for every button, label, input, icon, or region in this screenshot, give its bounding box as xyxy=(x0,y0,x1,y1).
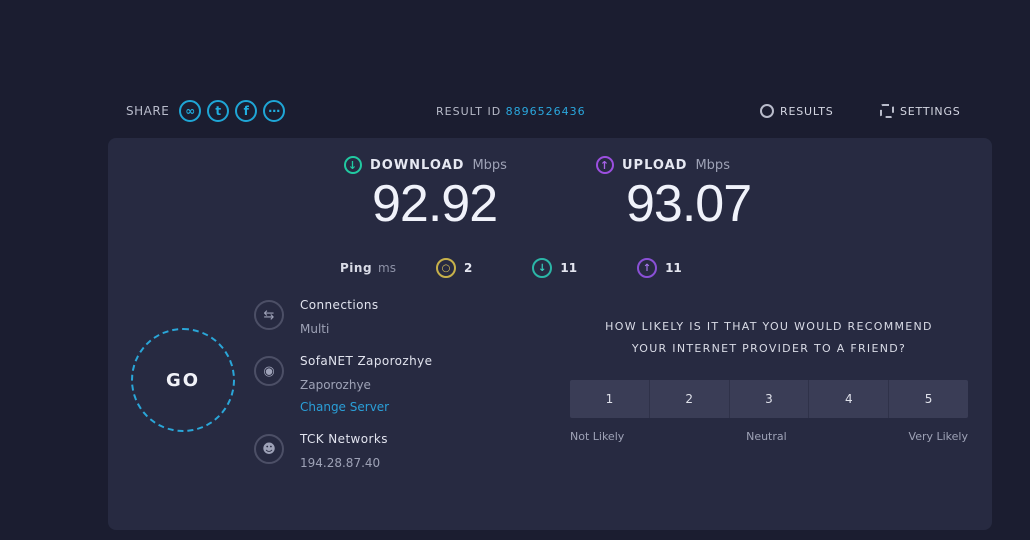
download-latency-icon: ↓ xyxy=(532,258,553,278)
result-id-value[interactable]: 8896526436 xyxy=(506,105,586,118)
survey-option-2[interactable]: 2 xyxy=(650,380,730,418)
gear-icon xyxy=(880,104,894,118)
ping-idle[interactable]: ○ 2 xyxy=(436,258,472,278)
connections-icon: ⇆ xyxy=(254,300,284,330)
upload-metric: ↑ UPLOAD Mbps 93.07 xyxy=(596,156,752,233)
user-icon: ☻ xyxy=(254,434,284,464)
survey-option-1[interactable]: 1 xyxy=(570,380,650,418)
ping-download[interactable]: ↓ 11 xyxy=(532,258,577,278)
download-header: ↓ DOWNLOAD Mbps xyxy=(344,156,507,174)
share-group: SHARE ∞ t f ⋯ xyxy=(126,100,286,122)
download-unit: Mbps xyxy=(472,157,507,173)
ping-upload-value: 11 xyxy=(665,261,682,275)
isp-text: TCK Networks 194.28.87.40 xyxy=(300,432,388,470)
server-name: SofaNET Zaporozhye xyxy=(300,354,433,368)
share-label: SHARE xyxy=(126,104,170,118)
server-text: SofaNET Zaporozhye Zaporozhye Change Ser… xyxy=(300,354,432,414)
server-icon: ◉ xyxy=(254,356,284,386)
download-metric: ↓ DOWNLOAD Mbps 92.92 xyxy=(344,156,507,232)
ping-download-value: 11 xyxy=(560,261,578,275)
isp-ip: 194.28.87.40 xyxy=(300,456,381,470)
upload-header: ↑ UPLOAD Mbps xyxy=(596,156,751,174)
connections-text: Connections Multi xyxy=(300,298,379,336)
ping-row: Ping ms ○ 2 ↓ 11 ↑ 11 xyxy=(340,258,742,278)
ping-label: Ping xyxy=(340,261,373,275)
results-icon xyxy=(760,104,774,118)
more-icon[interactable]: ⋯ xyxy=(263,100,286,122)
link-icon[interactable]: ∞ xyxy=(179,100,202,122)
ping-upload[interactable]: ↑ 11 xyxy=(637,258,682,278)
result-id-label: RESULT ID xyxy=(436,105,502,118)
ping-unit: ms xyxy=(378,261,396,275)
download-arrow-icon: ↓ xyxy=(344,156,362,174)
settings-link[interactable]: SETTINGS xyxy=(880,104,961,118)
survey-option-3[interactable]: 3 xyxy=(730,380,810,418)
speedtest-panel: ↓ DOWNLOAD Mbps 92.92 ↑ UPLOAD Mbps 93.0… xyxy=(108,138,992,530)
idle-latency-icon: ○ xyxy=(436,258,456,278)
settings-label: SETTINGS xyxy=(900,104,961,118)
isp-item: ☻ TCK Networks 194.28.87.40 xyxy=(254,432,432,470)
ping-idle-value: 2 xyxy=(464,261,473,275)
connections-label: Connections xyxy=(300,298,379,312)
results-link[interactable]: RESULTS xyxy=(760,104,834,118)
results-label: RESULTS xyxy=(780,104,834,118)
survey-scale: 1 2 3 4 5 xyxy=(570,380,968,418)
survey-label-mid: Neutral xyxy=(746,430,787,443)
survey-question: HOW LIKELY IS IT THAT YOU WOULD RECOMMEN… xyxy=(570,316,968,360)
survey-label-left: Not Likely xyxy=(570,430,625,443)
go-button[interactable]: GO xyxy=(131,328,235,432)
result-id: RESULT ID 8896526436 xyxy=(436,105,586,118)
top-bar: SHARE ∞ t f ⋯ RESULT ID 8896526436 RESUL… xyxy=(0,92,1030,132)
survey-question-line1: HOW LIKELY IS IT THAT YOU WOULD RECOMMEN… xyxy=(605,320,933,333)
connections-item: ⇆ Connections Multi xyxy=(254,298,432,336)
survey-option-5[interactable]: 5 xyxy=(889,380,968,418)
upload-label: UPLOAD xyxy=(622,157,688,173)
connections-value[interactable]: Multi xyxy=(300,322,379,336)
download-value: 92.92 xyxy=(372,175,498,233)
upload-latency-icon: ↑ xyxy=(637,258,658,278)
upload-value: 93.07 xyxy=(626,175,752,233)
change-server-link[interactable]: Change Server xyxy=(300,400,432,414)
survey-labels: Not Likely Neutral Very Likely xyxy=(570,430,968,443)
upload-unit: Mbps xyxy=(695,157,730,173)
server-location: Zaporozhye xyxy=(300,378,371,392)
survey-label-right: Very Likely xyxy=(908,430,968,443)
upload-arrow-icon: ↑ xyxy=(596,156,614,174)
recommend-survey: HOW LIKELY IS IT THAT YOU WOULD RECOMMEN… xyxy=(570,316,968,443)
server-item: ◉ SofaNET Zaporozhye Zaporozhye Change S… xyxy=(254,354,432,414)
twitter-icon[interactable]: t xyxy=(207,100,230,122)
facebook-icon[interactable]: f xyxy=(235,100,258,122)
connection-info: ⇆ Connections Multi ◉ SofaNET Zaporozhye… xyxy=(254,298,432,488)
download-label: DOWNLOAD xyxy=(370,157,465,173)
survey-question-line2: YOUR INTERNET PROVIDER TO A FRIEND? xyxy=(631,342,907,355)
survey-option-4[interactable]: 4 xyxy=(809,380,890,418)
isp-name: TCK Networks xyxy=(300,432,388,446)
